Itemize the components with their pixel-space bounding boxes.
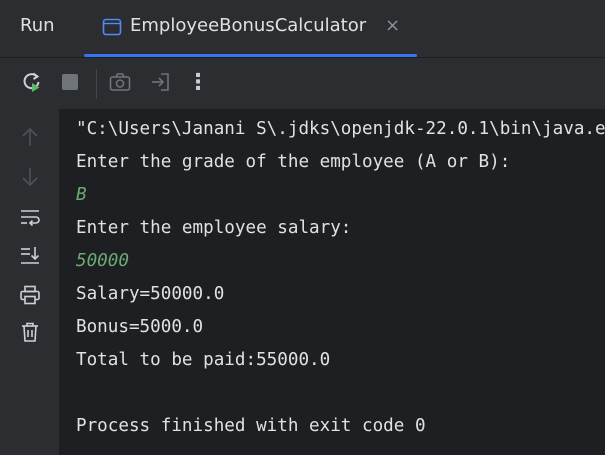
console-output[interactable]: "C:\Users\Janani S\.jdks\openjdk-22.0.1\…: [59, 109, 605, 455]
scroll-to-end-icon[interactable]: [18, 243, 42, 267]
console-line-total: Total to be paid:55000.0: [76, 350, 331, 370]
print-icon[interactable]: [18, 283, 42, 307]
close-icon[interactable]: ×: [385, 15, 400, 36]
export-icon[interactable]: [148, 70, 172, 94]
tab-employee-bonus-calculator[interactable]: EmployeeBonusCalculator ×: [84, 0, 417, 57]
console-line-grade-input: B: [76, 185, 87, 205]
console-window-icon: [102, 18, 122, 36]
console-line-salary-prompt: Enter the employee salary:: [76, 218, 352, 238]
rerun-icon[interactable]: [20, 70, 44, 94]
camera-icon[interactable]: [108, 70, 132, 94]
console-line-exit-status: Process finished with exit code 0: [76, 416, 426, 436]
console-line-command: "C:\Users\Janani S\.jdks\openjdk-22.0.1\…: [76, 119, 605, 139]
run-toolbar: ⋮: [0, 57, 605, 110]
run-label: Run: [20, 15, 55, 36]
toolbar-separator: [96, 69, 97, 99]
tab-title: EmployeeBonusCalculator: [130, 15, 367, 36]
console-line-bonus: Bonus=5000.0: [76, 317, 204, 337]
soft-wrap-icon[interactable]: [18, 205, 42, 229]
console-gutter: [0, 109, 59, 455]
arrow-up-icon[interactable]: [18, 125, 42, 149]
trash-icon[interactable]: [18, 320, 42, 344]
console-line-grade-prompt: Enter the grade of the employee (A or B)…: [76, 152, 511, 172]
run-tool-window-header: Run EmployeeBonusCalculator ×: [0, 0, 605, 57]
more-vertical-icon[interactable]: ⋮: [186, 70, 210, 95]
stop-icon[interactable]: [58, 70, 82, 94]
console-line-salary-input: 50000: [76, 251, 129, 271]
console-line-salary: Salary=50000.0: [76, 284, 225, 304]
arrow-down-icon[interactable]: [18, 165, 42, 189]
